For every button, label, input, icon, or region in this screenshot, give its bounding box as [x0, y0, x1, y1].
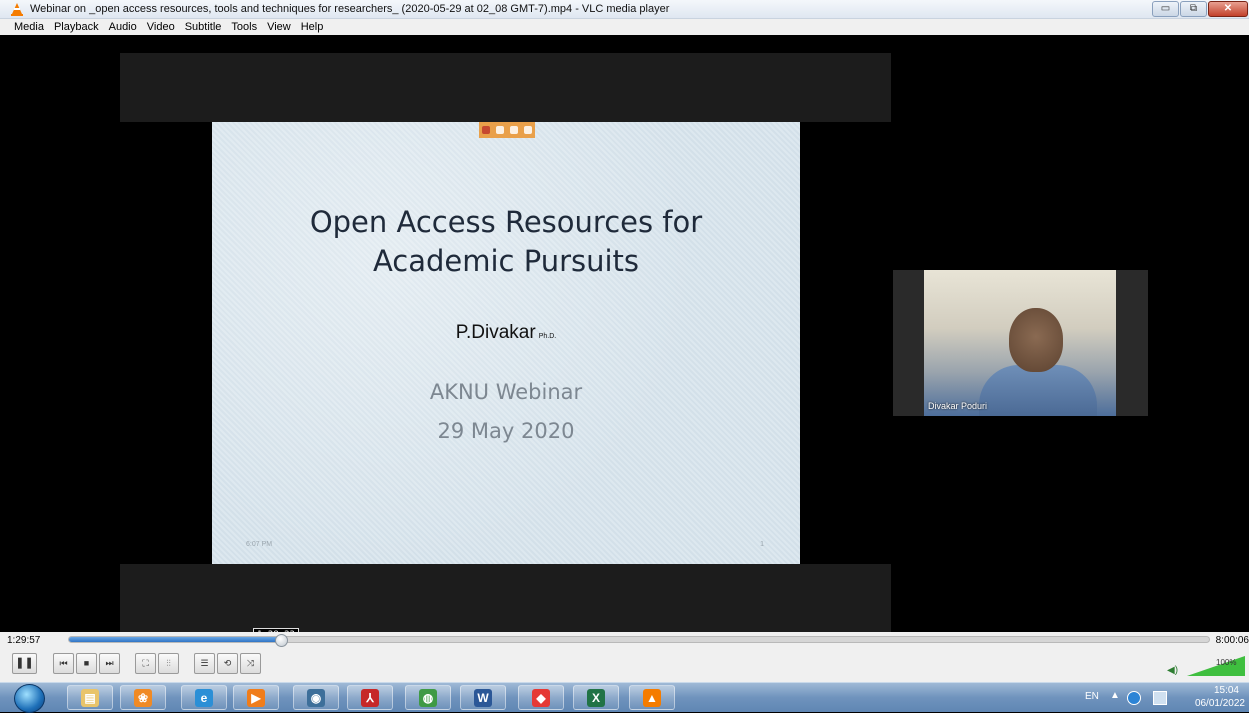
uc-browser-icon: ❀	[134, 689, 152, 707]
taskbar-app-adobe-reader[interactable]: ⅄	[347, 685, 393, 710]
pause-button[interactable]: ❚❚	[12, 653, 37, 674]
zoom-icon	[524, 126, 532, 134]
loop-button[interactable]: ⟲	[217, 653, 238, 674]
media-player-classic-icon: ◉	[307, 689, 325, 707]
window-title: Webinar on _open access resources, tools…	[30, 3, 670, 15]
clock-time[interactable]: 15:04	[1214, 685, 1239, 696]
menu-media[interactable]: Media	[0, 19, 49, 35]
slide-title-line1: Open Access Resources for	[309, 205, 703, 239]
author-name: P.Divakar	[455, 322, 536, 343]
volume-percent: 100%	[1216, 658, 1237, 667]
internet-explorer-icon: e	[195, 689, 213, 707]
clock-date[interactable]: 06/01/2022	[1195, 698, 1245, 709]
elapsed-time[interactable]: 1:29:57	[7, 635, 40, 646]
taskbar-app-vlc[interactable]: ▲	[629, 685, 675, 710]
video-band-top	[120, 53, 891, 122]
taskbar-app-word[interactable]: W	[460, 685, 506, 710]
minimize-button[interactable]: ▭	[1152, 1, 1179, 17]
home-icon	[496, 126, 504, 134]
close-button[interactable]: ✕	[1208, 1, 1248, 17]
vlc-icon: ▲	[643, 689, 661, 707]
seek-slider[interactable]	[68, 634, 1210, 647]
slide-date: 29 May 2020	[437, 419, 575, 443]
volume-control[interactable]: ◀) 100%	[1167, 652, 1247, 678]
slide-author: P.Divakar Ph.D.	[212, 322, 800, 344]
extended-settings-button[interactable]: ⫶⫶	[158, 653, 179, 674]
title-bar: Webinar on _open access resources, tools…	[0, 0, 1249, 19]
vlc-cone-icon	[11, 3, 23, 16]
excel-icon: X	[587, 689, 605, 707]
slide-title-line2: Academic Pursuits	[372, 244, 640, 278]
previous-button[interactable]: ⏮	[53, 653, 74, 674]
network-icon[interactable]	[1127, 691, 1141, 705]
speaker-body	[979, 365, 1097, 416]
video-band-bottom	[120, 564, 891, 632]
webcam-feed	[924, 270, 1116, 416]
apple-icon	[482, 126, 490, 134]
taskbar-app-anydesk[interactable]: ◆	[518, 685, 564, 710]
action-center-icon[interactable]	[1153, 691, 1167, 705]
webcam-tile: Divakar Poduri	[893, 270, 1148, 416]
participant-name: Divakar Poduri	[928, 401, 988, 411]
adobe-reader-icon: ⅄	[361, 689, 379, 707]
seek-handle[interactable]	[275, 634, 289, 647]
anydesk-icon: ◆	[532, 689, 550, 707]
slide-event: AKNU Webinar	[429, 380, 583, 404]
author-degree: Ph.D.	[538, 333, 557, 340]
video-area[interactable]: Open Access Resources for Academic Pursu…	[0, 35, 1249, 645]
info-icon	[510, 126, 518, 134]
window-buttons: ▭ ⧉ ✕	[1152, 0, 1249, 18]
slide-page-number: 1	[760, 541, 764, 548]
seek-progress	[69, 637, 282, 642]
word-icon: W	[474, 689, 492, 707]
fullscreen-button[interactable]: ⛶	[135, 653, 156, 674]
menu-playback[interactable]: Playback	[49, 19, 104, 35]
system-tray: EN ▲ 15:04 06/01/2022	[1075, 683, 1249, 712]
menu-subtitle[interactable]: Subtitle	[180, 19, 227, 35]
taskbar-app-media-app[interactable]: ▶	[233, 685, 279, 710]
maximize-button[interactable]: ⧉	[1180, 1, 1207, 17]
taskbar-app-uc-browser[interactable]: ❀	[120, 685, 166, 710]
stop-button[interactable]: ■	[76, 653, 97, 674]
slide-footer-time: 6:07 PM	[246, 541, 273, 548]
shuffle-button[interactable]: ⤨	[240, 653, 261, 674]
menu-view[interactable]: View	[262, 19, 296, 35]
start-button[interactable]	[14, 684, 45, 713]
file-explorer-icon: ▤	[81, 689, 99, 707]
show-hidden-icons-icon[interactable]: ▲	[1110, 690, 1120, 701]
taskbar-app-excel[interactable]: X	[573, 685, 619, 710]
taskbar-app-internet-explorer[interactable]: e	[181, 685, 227, 710]
menu-audio[interactable]: Audio	[104, 19, 142, 35]
next-button[interactable]: ⏭	[99, 653, 120, 674]
taskbar-app-file-explorer[interactable]: ▤	[67, 685, 113, 710]
menu-video[interactable]: Video	[142, 19, 180, 35]
playlist-button[interactable]: ☰	[194, 653, 215, 674]
language-indicator[interactable]: EN	[1085, 691, 1099, 702]
menu-help[interactable]: Help	[296, 19, 329, 35]
control-bar: 1:29:57 8:00:06 ❚❚ ⏮ ■ ⏭ ⛶ ⫶⫶ ☰ ⟲ ⤨ ◀) 1…	[0, 632, 1249, 682]
menu-tools[interactable]: Tools	[226, 19, 262, 35]
taskbar-app-chrome[interactable]: ◍	[405, 685, 451, 710]
menu-bar: Media Playback Audio Video Subtitle Tool…	[0, 19, 1249, 35]
total-time[interactable]: 8:00:06	[1216, 635, 1249, 646]
chrome-icon: ◍	[419, 689, 437, 707]
speaker-head	[1009, 308, 1063, 372]
speaker-icon[interactable]: ◀)	[1167, 665, 1178, 676]
windows-taskbar: ▤ ❀ e ▶ ◉ ⅄ ◍ W ◆ X ▲ EN ▲ 15:04 06/01/2022	[0, 682, 1249, 713]
slide-toolbar-icons	[479, 122, 535, 138]
taskbar-app-media-player-classic[interactable]: ◉	[293, 685, 339, 710]
media-app-icon: ▶	[247, 689, 265, 707]
presentation-slide: Open Access Resources for Academic Pursu…	[212, 122, 800, 564]
